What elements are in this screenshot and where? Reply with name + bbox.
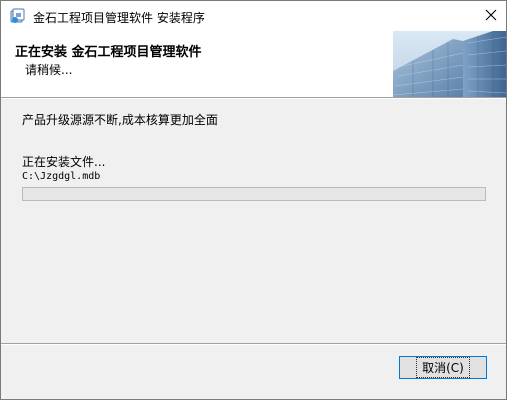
header-subtitle: 请稍候... (25, 63, 73, 77)
install-progress-bar (22, 187, 486, 201)
title-bar[interactable]: 金石工程项目管理软件 安装程序 (1, 1, 506, 31)
cancel-button[interactable]: 取消(C) (399, 356, 487, 379)
close-button[interactable] (476, 1, 506, 31)
install-status: 正在安装文件... (22, 155, 106, 169)
header-separator (1, 97, 506, 99)
window-title: 金石工程项目管理软件 安装程序 (33, 11, 205, 25)
header-title: 正在安装 金石工程项目管理软件 (15, 45, 202, 60)
building-banner-image (393, 31, 506, 97)
product-description: 产品升级源源不断,成本核算更加全面 (22, 113, 218, 127)
close-icon (485, 9, 497, 24)
footer-separator (1, 343, 506, 345)
installer-window: 金石工程项目管理软件 安装程序 正在安装 金石工程项目管理软件 请稍候... 产… (0, 0, 507, 400)
current-file-path: C:\Jzgdgl.mdb (22, 171, 101, 182)
cancel-button-label: 取消(C) (416, 357, 470, 378)
header-panel: 正在安装 金石工程项目管理软件 请稍候... (1, 31, 506, 97)
installer-icon (10, 8, 26, 24)
